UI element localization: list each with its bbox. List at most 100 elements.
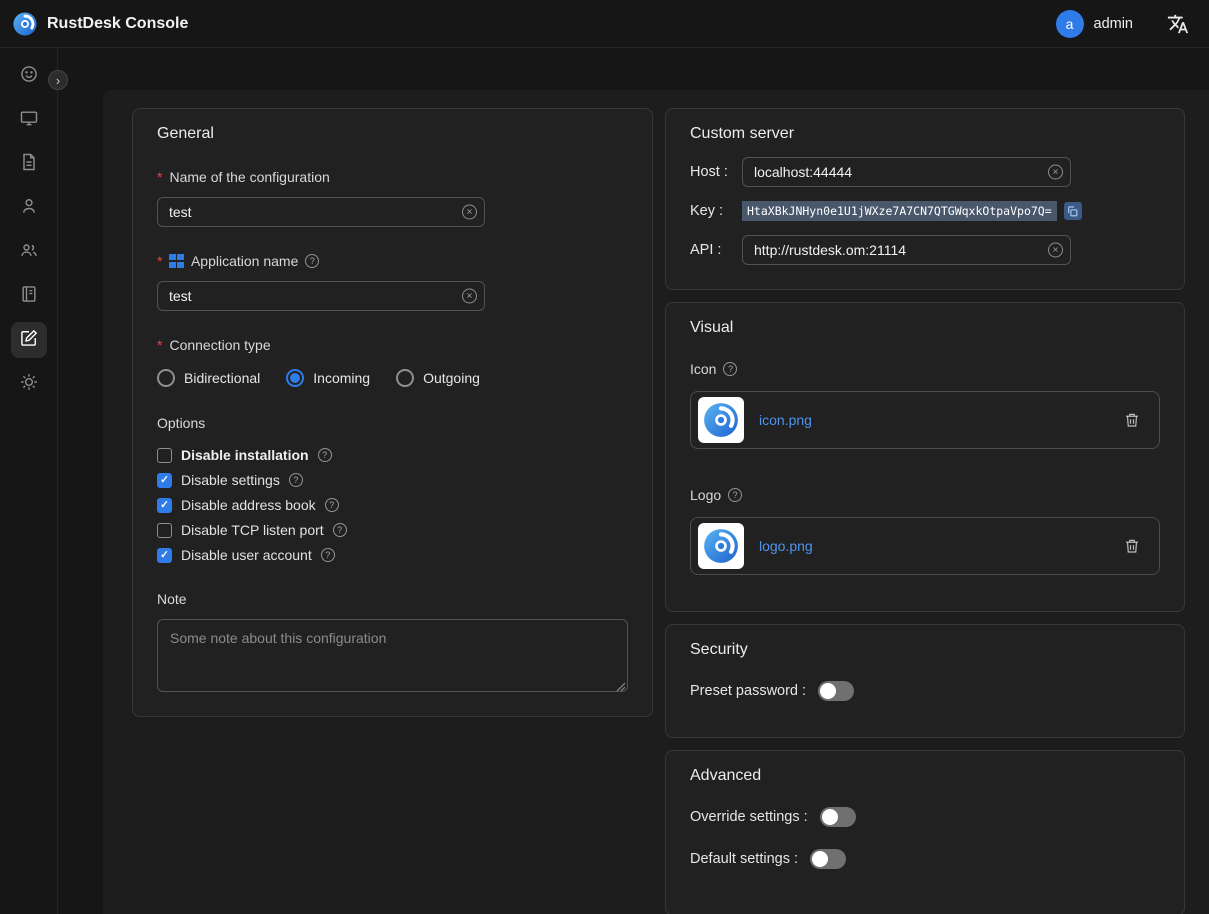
app-name-input-wrap [157,281,485,311]
icon-file-box: icon.png [690,391,1160,449]
help-icon[interactable] [305,254,319,268]
clear-icon[interactable] [462,205,477,220]
checkbox[interactable] [157,498,172,513]
checkbox[interactable] [157,473,172,488]
logs-icon [19,284,39,309]
help-icon[interactable] [289,473,303,487]
sidebar-item-devices[interactable] [11,102,47,138]
checkbox[interactable] [157,448,172,463]
icon-label-row: Icon [690,361,1160,377]
help-icon[interactable] [318,448,332,462]
required-asterisk [157,169,162,185]
options-group: Disable installation Disable settings Di… [157,447,628,563]
sidebar-item-logs[interactable] [11,278,47,314]
custom-server-title: Custom server [690,125,1160,143]
general-card: General Name of the configuration Applic… [132,108,653,717]
connection-type-label: Connection type [169,337,270,353]
note-textarea[interactable] [157,619,628,692]
radio-circle[interactable] [286,369,304,387]
custom-client-icon [19,328,39,353]
note-wrap [157,619,628,692]
override-settings-toggle[interactable] [820,807,856,827]
rustdesk-logo-icon [12,11,38,37]
preset-password-toggle[interactable] [818,681,854,701]
toggle-knob [820,683,836,699]
translate-icon[interactable] [1167,13,1189,35]
preset-password-row: Preset password : [690,681,1160,701]
override-settings-label: Override settings : [690,809,808,825]
host-input[interactable] [742,157,1071,187]
main: General Name of the configuration Applic… [58,48,1209,914]
radio-outgoing[interactable]: Outgoing [396,369,480,387]
help-icon[interactable] [321,548,335,562]
checkbox-disable-user-account[interactable]: Disable user account [157,547,628,563]
help-icon[interactable] [333,523,347,537]
clear-icon[interactable] [1048,243,1063,258]
header-right: a admin [1056,10,1190,38]
logo-preview [698,523,744,569]
help-icon[interactable] [325,498,339,512]
app-name-input[interactable] [157,281,485,311]
connection-type-label-row: Connection type [157,337,628,353]
sidebar-item-custom-client[interactable] [11,322,47,358]
toggle-knob [812,851,828,867]
checkbox[interactable] [157,548,172,563]
api-label: API : [690,242,738,258]
icon-preview [698,397,744,443]
sidebar-item-settings[interactable] [11,366,47,402]
radio-bidirectional[interactable]: Bidirectional [157,369,260,387]
checkbox[interactable] [157,523,172,538]
settings-icon [19,372,39,397]
config-name-input[interactable] [157,197,485,227]
help-icon[interactable] [723,362,737,376]
app-name-label: Application name [191,253,298,269]
sidebar-item-users[interactable] [11,190,47,226]
app-name-label-row: Application name [157,253,628,269]
sidebar-expand-button[interactable] [48,70,68,90]
windows-icon [169,254,184,269]
radio-circle[interactable] [396,369,414,387]
clear-icon[interactable] [1048,165,1063,180]
sidebar-item-documents[interactable] [11,146,47,182]
checkbox-disable-tcp-listen-port[interactable]: Disable TCP listen port [157,522,628,538]
api-row: API : [690,235,1160,265]
custom-server-card: Custom server Host : Key : HtaXBkJNHyn0e… [665,108,1185,290]
visual-title: Visual [690,319,1160,337]
groups-icon [19,240,39,265]
clear-icon[interactable] [462,289,477,304]
logo-label-row: Logo [690,487,1160,503]
default-settings-toggle[interactable] [810,849,846,869]
logo-file-link[interactable]: logo.png [759,538,813,554]
trash-icon[interactable] [1123,537,1141,555]
required-asterisk [157,337,162,353]
content-surface: General Name of the configuration Applic… [103,90,1209,914]
radio-circle[interactable] [157,369,175,387]
trash-icon[interactable] [1123,411,1141,429]
checkbox-disable-installation[interactable]: Disable installation [157,447,628,463]
icon-file-link[interactable]: icon.png [759,412,812,428]
preset-password-label: Preset password : [690,683,806,699]
config-name-label: Name of the configuration [169,169,329,185]
checkbox-disable-address-book[interactable]: Disable address book [157,497,628,513]
header: RustDesk Console a admin [0,0,1209,48]
advanced-title: Advanced [690,767,1160,785]
host-row: Host : [690,157,1160,187]
sidebar-item-groups[interactable] [11,234,47,270]
checkbox-disable-settings[interactable]: Disable settings [157,472,628,488]
sidebar-item-status[interactable] [11,58,47,94]
config-name-label-row: Name of the configuration [157,169,628,185]
resize-grip-icon[interactable] [615,678,625,688]
api-input[interactable] [742,235,1071,265]
server-key-value[interactable]: HtaXBkJNHyn0e1U1jWXze7A7CN7QTGWqxkOtpaVp… [742,201,1057,221]
avatar[interactable]: a [1056,10,1084,38]
radio-incoming[interactable]: Incoming [286,369,370,387]
host-label: Host : [690,164,738,180]
copy-icon[interactable] [1064,202,1082,220]
icon-label: Icon [690,361,716,377]
security-title: Security [690,641,1160,659]
help-icon[interactable] [728,488,742,502]
logo-file-box: logo.png [690,517,1160,575]
key-row: Key : HtaXBkJNHyn0e1U1jWXze7A7CN7QTGWqxk… [690,201,1160,221]
left-column: General Name of the configuration Applic… [132,108,653,717]
layout: General Name of the configuration Applic… [0,48,1209,914]
